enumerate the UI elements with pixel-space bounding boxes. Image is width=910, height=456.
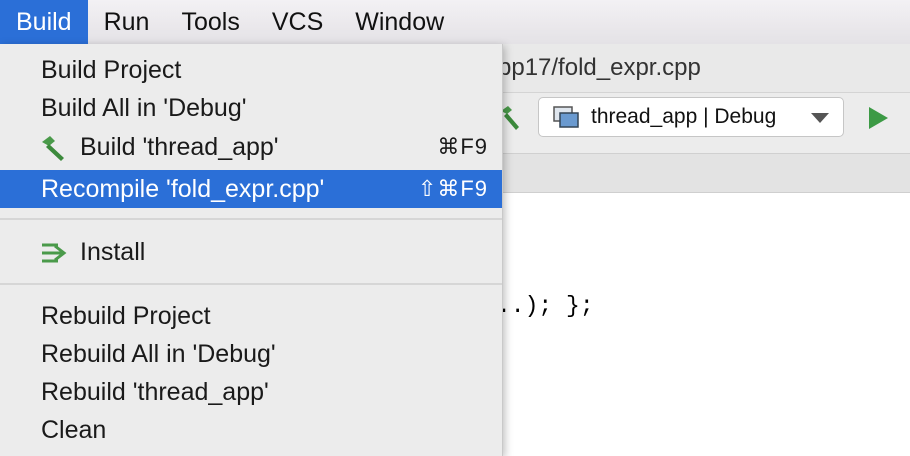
menu-item-build-project[interactable]: Build Project — [0, 51, 502, 89]
menu-build[interactable]: Build — [0, 0, 88, 44]
build-menu-dropdown: Build Project Build All in 'Debug' Build… — [0, 44, 503, 456]
chevron-down-icon — [811, 113, 829, 123]
menu-bar: Build Run Tools VCS Window — [0, 0, 910, 44]
window-title: pp17/fold_expr.cpp — [498, 54, 701, 81]
run-configuration-select[interactable]: thread_app | Debug — [538, 97, 844, 137]
install-icon — [42, 243, 67, 263]
hammer-icon — [42, 136, 64, 161]
code-line: ..); }; — [497, 293, 594, 319]
shortcut-label: ⌘F9 — [437, 134, 488, 159]
menu-run[interactable]: Run — [88, 0, 166, 44]
menu-item-rebuild-thread-app[interactable]: Rebuild 'thread_app' — [0, 373, 502, 411]
menu-separator — [0, 218, 502, 220]
menu-tools[interactable]: Tools — [165, 0, 255, 44]
menu-item-install[interactable]: Install — [0, 233, 502, 271]
menu-item-recompile[interactable]: Recompile 'fold_expr.cpp' ⇧⌘F9 — [0, 170, 502, 208]
shortcut-label: ⇧⌘F9 — [417, 176, 488, 201]
run-icon[interactable] — [869, 107, 888, 129]
menu-window[interactable]: Window — [339, 0, 460, 44]
menu-separator — [0, 283, 502, 285]
run-configuration-label: thread_app | Debug — [591, 105, 777, 128]
menu-item-build-all-debug[interactable]: Build All in 'Debug' — [0, 89, 502, 127]
menu-vcs[interactable]: VCS — [256, 0, 339, 44]
menu-item-rebuild-project[interactable]: Rebuild Project — [0, 297, 502, 335]
menu-item-rebuild-all-debug[interactable]: Rebuild All in 'Debug' — [0, 335, 502, 373]
menu-item-clean[interactable]: Clean — [0, 411, 502, 449]
window-config-icon — [553, 106, 579, 128]
menu-item-build-thread-app[interactable]: Build 'thread_app' ⌘F9 — [0, 128, 502, 166]
